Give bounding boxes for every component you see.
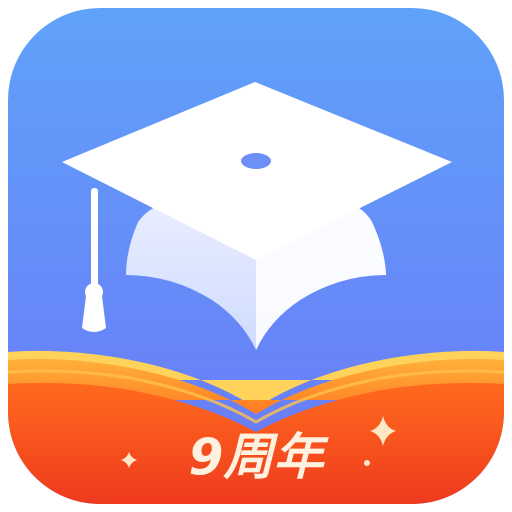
app-icon[interactable]: 9周年 (0, 0, 512, 512)
app-icon-graphic: 9周年 (8, 8, 504, 504)
anniversary-badge-text: 9周年 (189, 428, 330, 486)
